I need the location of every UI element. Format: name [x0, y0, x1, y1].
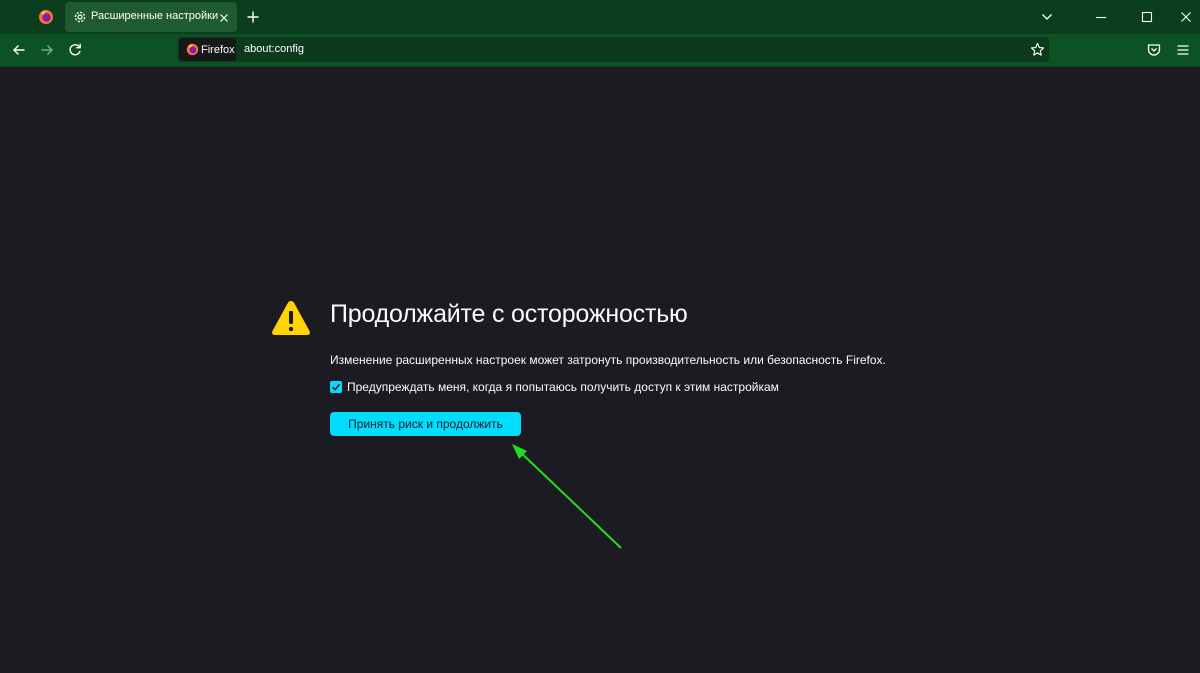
identity-box[interactable]: Firefox	[179, 38, 236, 61]
bookmark-star-icon[interactable]	[1030, 42, 1045, 57]
reload-icon[interactable]	[67, 42, 83, 58]
close-tab-icon[interactable]	[218, 11, 230, 23]
new-tab-icon[interactable]	[246, 10, 260, 24]
list-all-tabs-icon[interactable]	[1040, 10, 1054, 24]
warning-description: Изменение расширенных настроек может зат…	[330, 353, 886, 367]
gear-icon	[73, 10, 87, 24]
tab-bar: Расширенные настройки	[0, 0, 1200, 34]
warning-checkbox-label[interactable]: Предупреждать меня, когда я попытаюсь по…	[347, 380, 779, 394]
firefox-icon	[186, 43, 199, 56]
warning-checkbox[interactable]	[330, 381, 342, 393]
navigation-toolbar: Firefox about:config	[0, 34, 1200, 67]
page-title: Продолжайте с осторожностью	[330, 300, 688, 328]
close-window-icon[interactable]	[1179, 10, 1193, 24]
warning-icon	[270, 298, 312, 338]
back-arrow-icon[interactable]	[11, 42, 27, 58]
maximize-icon[interactable]	[1140, 10, 1154, 24]
url-bar[interactable]: Firefox about:config	[178, 37, 1049, 62]
tab-title: Расширенные настройки	[91, 10, 219, 22]
identity-label: Firefox	[201, 44, 235, 56]
menu-hamburger-icon[interactable]	[1175, 42, 1191, 58]
forward-arrow-icon[interactable]	[39, 42, 55, 58]
tab-advanced-settings[interactable]: Расширенные настройки	[65, 2, 237, 32]
firefox-icon[interactable]	[38, 9, 54, 25]
accept-risk-button[interactable]: Принять риск и продолжить	[330, 412, 521, 436]
url-input[interactable]: about:config	[244, 43, 304, 55]
annotation-arrow-icon	[512, 444, 622, 549]
pocket-icon[interactable]	[1146, 42, 1162, 58]
minimize-icon[interactable]	[1094, 10, 1108, 24]
